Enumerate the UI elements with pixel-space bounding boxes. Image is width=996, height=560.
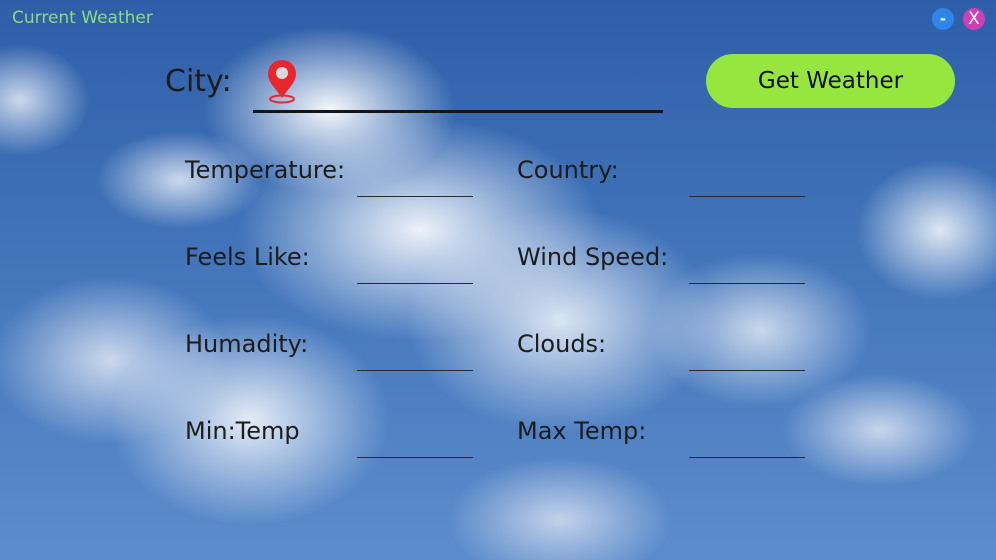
humidity-value — [357, 342, 473, 371]
country-value — [689, 168, 805, 197]
city-input[interactable] — [305, 66, 659, 104]
max-temp-value — [689, 429, 805, 458]
clouds-value — [689, 342, 805, 371]
temperature-value — [357, 168, 473, 197]
min-temp-label: Min:Temp — [185, 417, 300, 445]
location-pin-icon — [268, 60, 296, 104]
minimize-button[interactable]: - — [932, 8, 954, 30]
wind-speed-value — [689, 255, 805, 284]
window-title: Current Weather — [12, 8, 153, 28]
city-field — [253, 58, 663, 113]
weather-app-window: Current Weather - X City: Get Weather Te… — [0, 0, 996, 560]
feels-like-label: Feels Like: — [185, 243, 310, 271]
feels-like-value — [357, 255, 473, 284]
get-weather-button[interactable]: Get Weather — [706, 54, 955, 108]
city-label: City: — [165, 64, 232, 99]
clouds-label: Clouds: — [517, 330, 607, 358]
close-button[interactable]: X — [963, 8, 985, 30]
temperature-label: Temperature: — [185, 156, 346, 184]
humidity-label: Humadity: — [185, 330, 309, 358]
country-label: Country: — [517, 156, 619, 184]
wind-speed-label: Wind Speed: — [517, 243, 669, 271]
max-temp-label: Max Temp: — [517, 417, 647, 445]
title-bar: Current Weather - X — [0, 0, 996, 36]
min-temp-value — [357, 429, 473, 458]
